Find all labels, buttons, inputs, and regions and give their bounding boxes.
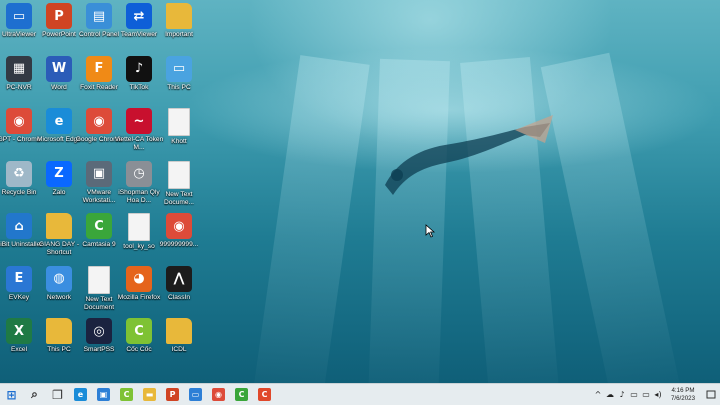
text-document-icon	[168, 160, 190, 189]
desktop-icon-label: Khott	[171, 138, 187, 145]
icdl-icon	[166, 318, 192, 344]
mouse-cursor-icon	[425, 224, 435, 238]
task-view-icon[interactable]: ❐	[46, 384, 69, 405]
desktop-icon[interactable]: ICDL	[152, 318, 206, 354]
taskbar: ⊞ ⌕ ❐ e ▣ C ▬ P ▭ ◉ C C ^ ☁ ♪ ▭ ▭ ◂) 4:16 PM 7/6/2023	[0, 383, 720, 405]
recycle-bin-icon: ♻	[6, 160, 32, 187]
system-tray: ^ ☁ ♪ ▭ ▭ ◂) 4:16 PM 7/6/2023	[592, 384, 720, 405]
zalo-icon: Z	[46, 160, 72, 187]
wallpaper-diver	[385, 115, 553, 195]
desktop-wallpaper: ▭ UltraViewer P PowerPoint ▤ Control Panel ⇄ Te…	[0, 0, 720, 383]
desktop-icon-label: ICDL	[171, 346, 187, 353]
folder-icon	[166, 3, 192, 29]
file-icon	[128, 213, 150, 241]
volume-icon[interactable]: ◂)	[652, 384, 664, 405]
desktop-icon-label: Important	[165, 31, 193, 38]
light-ray	[540, 52, 685, 383]
store-icon[interactable]: ▣	[92, 384, 115, 405]
desktop-icon[interactable]: ◉ 999999999...	[152, 213, 206, 249]
folder-shortcut-icon	[46, 213, 72, 239]
clock[interactable]: 4:16 PM 7/6/2023	[664, 387, 702, 403]
chrome-icon: ◉	[86, 108, 112, 134]
foxit-reader-icon: F	[86, 55, 112, 82]
pc-nvr-icon: ▦	[6, 55, 32, 82]
notification-icon[interactable]	[702, 390, 720, 400]
this-pc-icon: ▭	[166, 55, 192, 82]
edge-icon: e	[46, 108, 72, 134]
tiktok-icon: ♪	[126, 55, 152, 82]
camtasia-icon[interactable]: C	[230, 384, 253, 405]
desktop-icon-label: ClassIn	[168, 293, 190, 301]
desktop-icon[interactable]: Khott	[152, 108, 206, 146]
hibit-uninstaller-icon: ⌂	[6, 213, 32, 239]
onedrive-icon[interactable]: ☁	[604, 384, 616, 405]
desktop-icon-label: 999999999...	[159, 241, 199, 248]
desktop-icon[interactable]: Important	[152, 3, 206, 39]
camtasia-icon: C	[86, 213, 112, 239]
network-icon[interactable]: ▭	[640, 384, 652, 405]
desktop-icon[interactable]: New Text Docume...	[152, 160, 206, 207]
clock-date: 7/6/2023	[670, 394, 696, 402]
coccoc-icon[interactable]: C	[115, 384, 138, 405]
microphone-icon[interactable]: ♪	[616, 384, 628, 405]
smartpss-icon: ◎	[86, 318, 112, 344]
remote-desktop-icon[interactable]: ▭	[184, 384, 207, 405]
chrome-icon: ◉	[6, 108, 32, 134]
powerpoint-icon: P	[46, 3, 72, 29]
teamviewer-icon: ⇄	[126, 3, 152, 29]
desktop-icon[interactable]: ▭ This PC	[152, 55, 206, 92]
control-panel-icon: ▤	[86, 3, 112, 29]
desktop-icon-label: This PC	[167, 83, 191, 91]
chrome-profile-icon: ◉	[166, 213, 192, 239]
file-explorer-icon[interactable]: ▬	[138, 384, 161, 405]
chevron-up-icon[interactable]: ^	[592, 384, 604, 405]
edge-icon[interactable]: e	[69, 384, 92, 405]
classin-icon: ⋀	[166, 265, 192, 292]
word-icon: W	[46, 55, 72, 82]
search-icon[interactable]: ⌕	[23, 384, 46, 405]
desktop-icon[interactable]: ⋀ ClassIn	[152, 265, 206, 302]
coccoc-icon: C	[126, 318, 152, 344]
vmware-icon: ▣	[86, 160, 112, 187]
light-ray	[250, 55, 370, 383]
chrome-icon[interactable]: ◉	[207, 384, 230, 405]
battery-icon[interactable]: ▭	[628, 384, 640, 405]
desktop-icon-label: New Text Docume...	[163, 190, 195, 206]
excel-icon: X	[6, 318, 32, 344]
evkey-icon: E	[6, 265, 32, 292]
ultraviewer-icon: ▭	[6, 3, 32, 29]
ishopman-icon: ◷	[126, 160, 152, 187]
user-folder-icon	[46, 318, 72, 344]
clock-time: 4:16 PM	[671, 386, 695, 394]
viettel-ca-icon: ~	[126, 108, 152, 134]
text-document-icon	[88, 265, 110, 294]
firefox-icon: ◕	[126, 265, 152, 292]
camtasia-recorder-icon[interactable]: C	[253, 384, 276, 405]
windows-start-icon[interactable]: ⊞	[0, 384, 23, 405]
network-icon: ◍	[46, 265, 72, 292]
powerpoint-icon[interactable]: P	[161, 384, 184, 405]
document-icon	[168, 108, 190, 136]
